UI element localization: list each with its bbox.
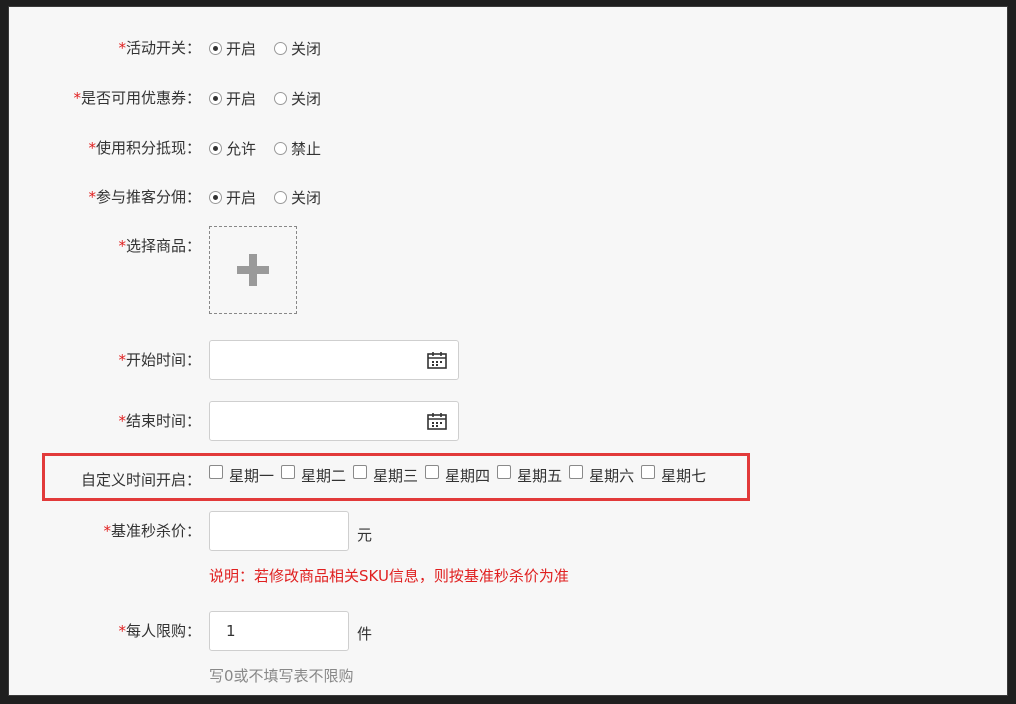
activity-switch-off-radio[interactable]: 关闭: [274, 38, 321, 59]
end-time-input[interactable]: [209, 401, 459, 441]
base-price-input[interactable]: [209, 511, 349, 551]
base-price-row: *基准秒杀价：: [9, 516, 1007, 546]
activity-switch-on-radio[interactable]: 开启: [209, 38, 256, 59]
limit-row: *每人限购：: [9, 616, 1007, 646]
day-checkbox-mon[interactable]: 星期一: [209, 465, 274, 486]
product-row: *选择商品：: [9, 231, 1007, 261]
limit-unit: 件: [357, 625, 373, 643]
add-product-button[interactable]: [209, 226, 297, 314]
calendar-icon[interactable]: [427, 412, 447, 430]
day-checkbox-fri[interactable]: 星期五: [497, 465, 562, 486]
points-allow-radio[interactable]: 允许: [209, 138, 256, 159]
product-label: *选择商品：: [118, 237, 201, 255]
day-checkbox-wed[interactable]: 星期三: [353, 465, 418, 486]
referral-row: *参与推客分佣： 开启 关闭: [9, 182, 1007, 212]
start-time-label: *开始时间：: [118, 351, 201, 369]
base-price-unit: 元: [357, 526, 373, 544]
day-checkbox-sat[interactable]: 星期六: [569, 465, 634, 486]
plus-icon: [237, 254, 269, 286]
coupon-row: *是否可用优惠券： 开启 关闭: [9, 83, 1007, 113]
points-row: *使用积分抵现： 允许 禁止: [9, 133, 1007, 163]
referral-label: *参与推客分佣：: [88, 188, 201, 206]
points-forbid-radio[interactable]: 禁止: [274, 138, 321, 159]
base-price-label: *基准秒杀价：: [103, 522, 201, 540]
activity-switch-row: *活动开关： 开启 关闭: [9, 33, 1007, 63]
end-time-label: *结束时间：: [118, 412, 201, 430]
points-label: *使用积分抵现：: [88, 139, 201, 157]
coupon-on-radio[interactable]: 开启: [209, 88, 256, 109]
activity-switch-label: *活动开关：: [118, 39, 201, 57]
limit-note: 写0或不填写表不限购: [209, 667, 354, 685]
limit-label: *每人限购：: [118, 622, 201, 640]
day-checkbox-thu[interactable]: 星期四: [425, 465, 490, 486]
day-checkbox-sun[interactable]: 星期七: [641, 465, 706, 486]
limit-input[interactable]: [209, 611, 349, 651]
custom-days-checkboxes: 星期一 星期二 星期三 星期四 星期五 星期六 星期七: [209, 463, 713, 487]
form-panel: *活动开关： 开启 关闭 *是否可用优惠券： 开启 关闭 *使用积分抵现： 允许…: [8, 6, 1008, 696]
coupon-off-radio[interactable]: 关闭: [274, 88, 321, 109]
start-time-input[interactable]: [209, 340, 459, 380]
custom-days-label: 自定义时间开启：: [80, 471, 201, 489]
end-time-row: *结束时间：: [9, 406, 1007, 436]
referral-on-radio[interactable]: 开启: [209, 187, 256, 208]
base-price-note: 说明：若修改商品相关SKU信息，则按基准秒杀价为准: [209, 567, 569, 585]
calendar-icon[interactable]: [427, 351, 447, 369]
coupon-label: *是否可用优惠券：: [73, 89, 201, 107]
referral-off-radio[interactable]: 关闭: [274, 187, 321, 208]
start-time-row: *开始时间：: [9, 345, 1007, 375]
day-checkbox-tue[interactable]: 星期二: [281, 465, 346, 486]
